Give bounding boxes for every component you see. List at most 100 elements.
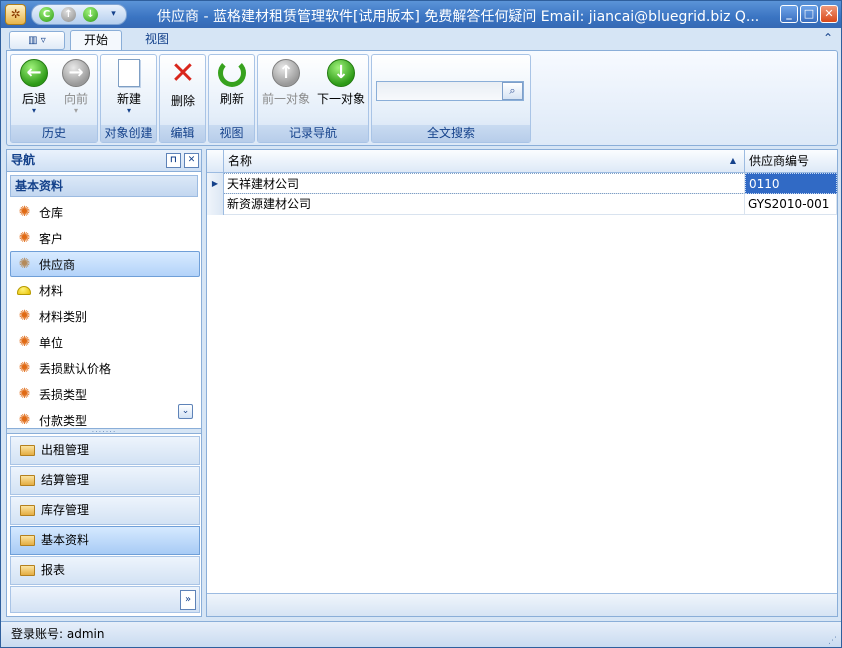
- chevron-down-icon: ▾: [31, 106, 36, 115]
- status-bar: 登录账号: admin ⋰: [1, 621, 841, 647]
- navigation-pane: 导航 ⊓ ✕ 基本资料 ✺ 仓库 ✺ 客户 ✺ 供应商 材料 ✺ 材料类别 ✺ …: [6, 149, 202, 617]
- resize-grip-icon[interactable]: ⋰: [828, 637, 837, 646]
- group-history: ← 后退 ▾ → 向前 ▾ 历史: [10, 54, 98, 143]
- nav-scroll-down-icon[interactable]: ⌄: [178, 404, 193, 419]
- chevron-down-icon: ▾: [126, 106, 131, 115]
- up-arrow-icon: ↑: [272, 59, 300, 87]
- tab-start[interactable]: 开始: [70, 30, 123, 51]
- qat-down-icon[interactable]: ↓: [83, 7, 98, 22]
- search-icon[interactable]: ⌕: [502, 82, 523, 100]
- tab-view[interactable]: 视图: [132, 30, 182, 51]
- nav-item-supplier[interactable]: ✺ 供应商: [10, 251, 200, 277]
- nav-item-unit[interactable]: ✺ 单位: [10, 329, 200, 355]
- forward-button[interactable]: → 向前 ▾: [59, 59, 93, 115]
- delete-button[interactable]: ✕ 删除: [164, 59, 202, 109]
- nav-footer: »: [10, 586, 200, 613]
- folder-icon: [20, 565, 35, 576]
- close-icon[interactable]: ✕: [184, 153, 199, 168]
- gear-icon: ✺: [18, 230, 31, 246]
- nav-title: 导航: [11, 153, 36, 167]
- next-object-button[interactable]: ↓ 下一对象: [315, 59, 367, 107]
- title-bar: ✲ C ↑ ↓ ▾ 供应商 - 蓝格建材租赁管理软件[试用版本] 免费解答任何疑…: [1, 1, 841, 28]
- ribbon: ← 后退 ▾ → 向前 ▾ 历史 新建 ▾ 对象创建 ✕ 删除 编辑 刷新 视图…: [6, 50, 838, 146]
- group-label-edit: 编辑: [160, 125, 205, 142]
- maximize-button[interactable]: □: [800, 5, 818, 23]
- cell-name[interactable]: 新资源建材公司: [224, 194, 745, 215]
- pin-icon[interactable]: ⊓: [166, 153, 181, 168]
- supplier-grid: 名称 ▲ 供应商编号 ▶ 天祥建材公司 0110 新资源建材公司 GYS2010…: [206, 149, 838, 617]
- qat-customize-icon[interactable]: ▾: [106, 7, 121, 22]
- nav-group-inventory[interactable]: 库存管理: [10, 496, 200, 525]
- qat-refresh-icon[interactable]: C: [39, 7, 54, 22]
- grid-footer: [207, 593, 837, 616]
- group-label-fulltext: 全文搜索: [372, 125, 530, 142]
- chevron-double-right-icon[interactable]: »: [180, 590, 196, 610]
- refresh-icon: [218, 59, 246, 87]
- group-record-nav: ↑ 前一对象 ↓ 下一对象 记录导航: [257, 54, 369, 143]
- refresh-button[interactable]: 刷新: [213, 59, 251, 107]
- nav-group-settlement[interactable]: 结算管理: [10, 466, 200, 495]
- nav-item-customer[interactable]: ✺ 客户: [10, 225, 200, 251]
- nav-splitter[interactable]: .......: [7, 426, 201, 434]
- gear-icon: ✺: [18, 386, 31, 402]
- column-header-supplier-code[interactable]: 供应商编号: [745, 150, 837, 173]
- nav-item-warehouse[interactable]: ✺ 仓库: [10, 199, 200, 225]
- row-indicator-icon: ▶: [207, 173, 224, 194]
- forward-arrow-icon: →: [62, 59, 90, 87]
- folder-icon: [20, 535, 35, 546]
- cell-name[interactable]: 天祥建材公司: [224, 173, 745, 194]
- login-account-text: 登录账号: admin: [11, 627, 105, 641]
- folder-icon: [20, 505, 35, 516]
- cell-supplier-code[interactable]: 0110: [745, 173, 837, 194]
- grid-corner: [207, 150, 224, 173]
- ribbon-collapse-icon[interactable]: ⌃: [823, 31, 833, 45]
- nav-item-payment-type[interactable]: ✺ 付款类型: [10, 407, 200, 428]
- nav-item-material[interactable]: 材料: [10, 277, 200, 303]
- nav-item-loss-default-price[interactable]: ✺ 丢损默认价格: [10, 355, 200, 381]
- column-header-name[interactable]: 名称 ▲: [224, 150, 745, 173]
- nav-item-material-category[interactable]: ✺ 材料类别: [10, 303, 200, 329]
- chevron-down-icon: ▾: [73, 106, 78, 115]
- nav-item-loss-type[interactable]: ✺ 丢损类型: [10, 381, 200, 407]
- sort-ascending-icon: ▲: [729, 156, 736, 165]
- row-indicator: [207, 194, 224, 215]
- grid-header: 名称 ▲ 供应商编号: [207, 150, 837, 173]
- nav-group-basic-data[interactable]: 基本资料: [10, 526, 200, 555]
- down-arrow-icon: ↓: [327, 59, 355, 87]
- nav-group-rental[interactable]: 出租管理: [10, 436, 200, 465]
- quick-access-toolbar: C ↑ ↓ ▾: [31, 4, 127, 25]
- app-logo-icon[interactable]: ✲: [5, 4, 26, 25]
- nav-item-list: ✺ 仓库 ✺ 客户 ✺ 供应商 材料 ✺ 材料类别 ✺ 单位 ✺ 丢损默认价格 …: [10, 199, 200, 427]
- gear-icon: ✺: [18, 308, 31, 324]
- group-label-record-nav: 记录导航: [258, 125, 368, 142]
- folder-icon: [20, 475, 35, 486]
- new-document-icon: [118, 59, 140, 87]
- nav-header: 导航 ⊓ ✕: [7, 150, 201, 172]
- group-edit: ✕ 删除 编辑: [159, 54, 206, 143]
- window-title: 供应商 - 蓝格建材租赁管理软件[试用版本] 免费解答任何疑问 Email: j…: [157, 9, 760, 25]
- close-button[interactable]: ✕: [820, 5, 838, 23]
- new-button[interactable]: 新建 ▾: [109, 59, 149, 115]
- nav-group-reports[interactable]: 报表: [10, 556, 200, 585]
- group-create: 新建 ▾ 对象创建: [100, 54, 157, 143]
- prev-object-button[interactable]: ↑ 前一对象: [260, 59, 312, 107]
- gear-icon: ✺: [18, 334, 31, 350]
- group-view: 刷新 视图: [208, 54, 255, 143]
- cell-supplier-code[interactable]: GYS2010-001: [745, 194, 837, 215]
- folder-icon: [20, 445, 35, 456]
- back-arrow-icon: ←: [20, 59, 48, 87]
- gear-icon: ✺: [18, 204, 31, 220]
- minimize-button[interactable]: _: [780, 5, 798, 23]
- application-menu-button[interactable]: ▥ ▿: [9, 31, 65, 50]
- table-row[interactable]: ▶ 天祥建材公司 0110: [207, 173, 837, 194]
- app-window: ✲ C ↑ ↓ ▾ 供应商 - 蓝格建材租赁管理软件[试用版本] 免费解答任何疑…: [0, 0, 842, 648]
- qat-up-icon[interactable]: ↑: [61, 7, 76, 22]
- group-label-create: 对象创建: [101, 125, 156, 142]
- helmet-icon: [17, 286, 31, 295]
- group-label-view: 视图: [209, 125, 254, 142]
- group-label-history: 历史: [11, 125, 97, 142]
- gear-icon: ✺: [18, 256, 31, 272]
- back-button[interactable]: ← 后退 ▾: [17, 59, 51, 115]
- table-row[interactable]: 新资源建材公司 GYS2010-001: [207, 194, 837, 215]
- gear-icon: ✺: [18, 360, 31, 376]
